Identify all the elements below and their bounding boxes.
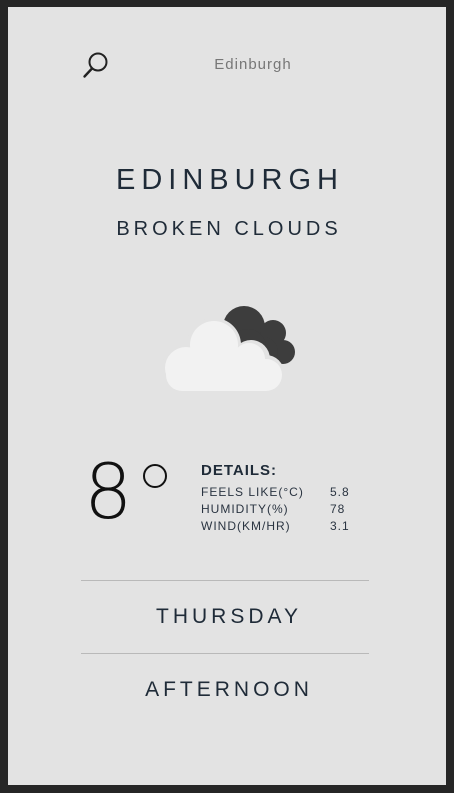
feels-like-value: 5.8	[330, 485, 350, 499]
wind-label: WIND(KM/HR)	[201, 519, 291, 533]
humidity-value: 78	[330, 502, 346, 516]
weather-app: EDINBURGH BROKEN CLOUDS 8 DETAILS:	[8, 7, 446, 785]
forecast-time-of-day: AFTERNOON	[145, 678, 313, 701]
detail-row-wind: WIND(KM/HR) 3.1	[201, 518, 371, 535]
broken-clouds-icon	[162, 306, 295, 391]
weather-condition: BROKEN CLOUDS	[116, 218, 342, 240]
city-name: EDINBURGH	[115, 164, 344, 196]
feels-like-label: FEELS LIKE(°C)	[201, 485, 304, 499]
forecast-day: THURSDAY	[156, 605, 302, 628]
temperature: 8	[84, 447, 167, 537]
divider-top	[81, 580, 369, 581]
wind-value: 3.1	[330, 519, 350, 533]
degree-symbol	[143, 464, 167, 488]
details-title: DETAILS:	[201, 462, 278, 479]
details-panel: DETAILS: FEELS LIKE(°C) 5.8 HUMIDITY(%) …	[201, 462, 371, 535]
divider-bottom	[81, 653, 369, 654]
temperature-value: 8	[84, 447, 133, 536]
humidity-label: HUMIDITY(%)	[201, 502, 289, 516]
detail-row-feels-like: FEELS LIKE(°C) 5.8	[201, 484, 371, 501]
search-input[interactable]	[158, 52, 348, 76]
search-icon[interactable]	[82, 51, 110, 79]
detail-row-humidity: HUMIDITY(%) 78	[201, 501, 371, 518]
